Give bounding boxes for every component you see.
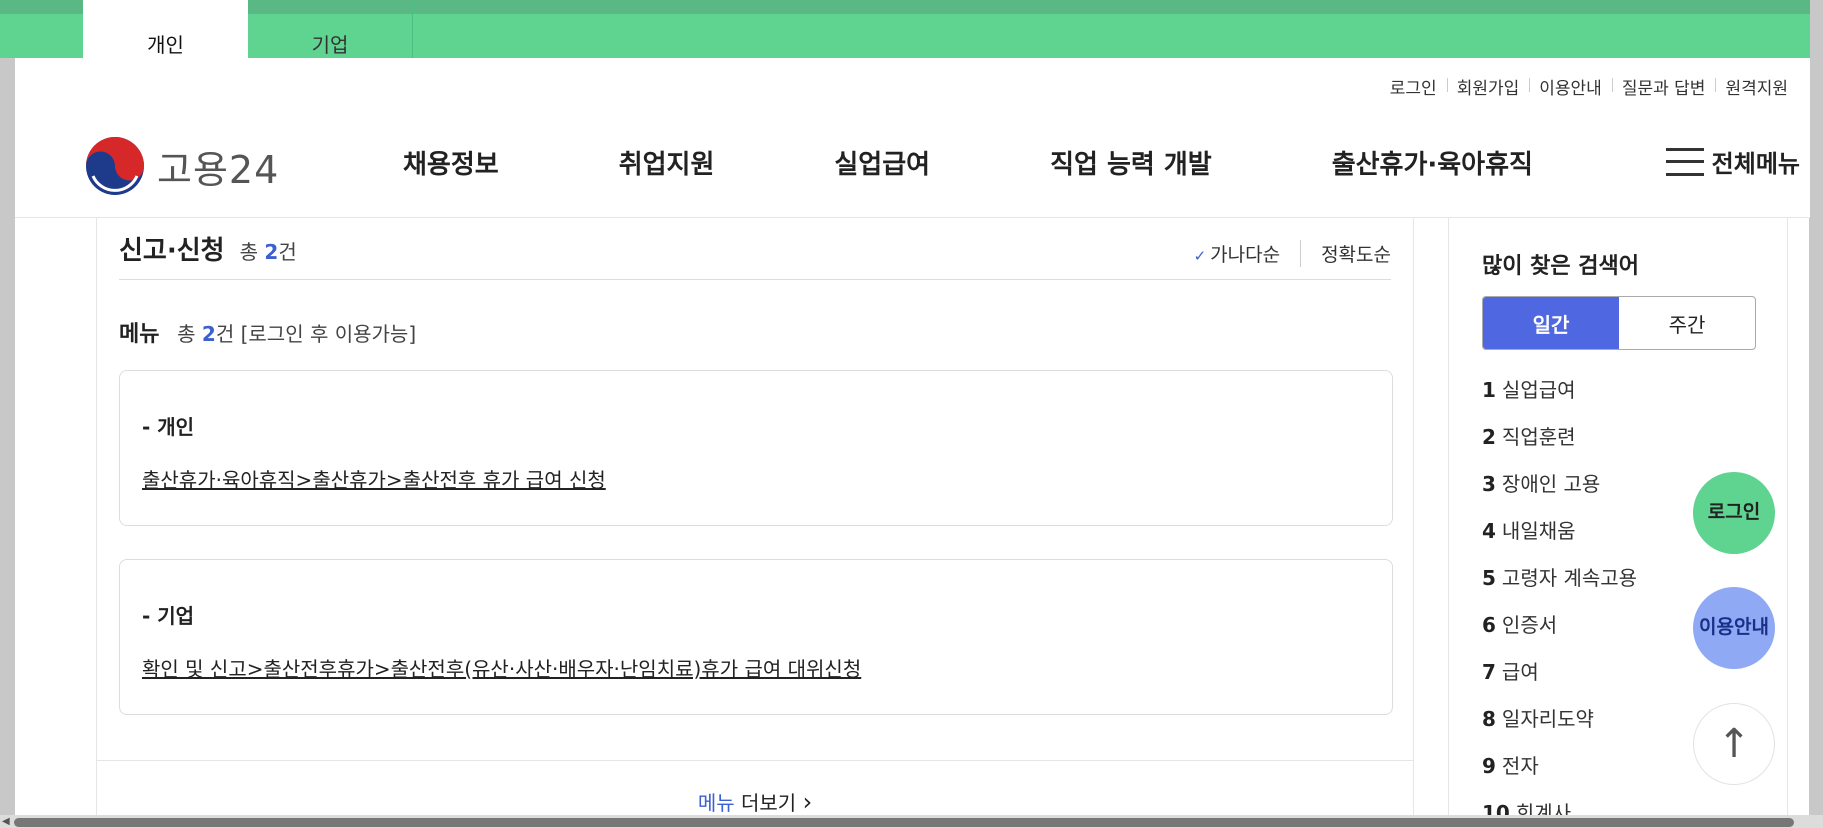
left-gutter: [0, 0, 15, 828]
menu-count: 총 2건 [로그인 후 이용가능]: [177, 322, 417, 346]
top-tab-bar: 개인 기업: [0, 0, 1810, 72]
section-count: 총 2건: [239, 240, 297, 264]
scroll-left-icon[interactable]: ◀: [2, 816, 10, 827]
nav-item-skills-development[interactable]: 직업 능력 개발: [1050, 144, 1212, 181]
card-category: - 개인: [142, 415, 195, 439]
more-label-blue: 메뉴: [697, 791, 735, 815]
arrow-up-icon: ↑: [1717, 721, 1751, 767]
period-toggle: 일간 주간: [1482, 296, 1756, 350]
floating-guide-button[interactable]: 이용 안내: [1693, 587, 1775, 669]
utility-remote-link[interactable]: 원격지원: [1715, 74, 1798, 99]
more-button[interactable]: 메뉴 더보기 ›: [97, 760, 1413, 816]
section-title: 신고·신청: [119, 236, 225, 266]
list-item[interactable]: 1 실업급여: [1482, 374, 1754, 403]
toggle-weekly[interactable]: 주간: [1619, 297, 1755, 349]
logo-text: 고용24: [157, 147, 280, 192]
result-card-company: - 기업 확인 및 신고>출산전후휴가>출산전후(유산·사산·배우자·난임치료)…: [119, 559, 1393, 715]
right-gutter: [1809, 0, 1823, 828]
list-item[interactable]: 2 직업훈련: [1482, 421, 1754, 450]
nav-item-jobs[interactable]: 채용정보: [403, 144, 499, 181]
section-header: 신고·신청 총 2건 ✓ 가나다순 정확도순: [119, 230, 1391, 280]
nav-item-maternity-leave[interactable]: 출산휴가·육아휴직: [1332, 144, 1533, 181]
utility-login-link[interactable]: 로그인: [1380, 74, 1447, 99]
popular-title: 많이 찾은 검색어: [1482, 254, 1639, 279]
scrollbar-thumb[interactable]: [14, 818, 1794, 827]
toggle-daily[interactable]: 일간: [1483, 297, 1619, 349]
all-menu-label: 전체메뉴: [1711, 150, 1800, 178]
all-menu-button[interactable]: 전체메뉴: [1665, 144, 1800, 179]
site-header: 로그인 회원가입 이용안내 질문과 답변 원격지원 고용24 채용정보 취업지원…: [15, 58, 1810, 218]
chevron-right-icon: ›: [802, 788, 813, 816]
card-category: - 기업: [142, 604, 195, 628]
nav-item-employment-support[interactable]: 취업지원: [619, 144, 715, 181]
floating-login-button[interactable]: 로그인: [1693, 472, 1775, 554]
sort-accuracy[interactable]: 정확도순: [1321, 240, 1391, 267]
more-label: 더보기: [741, 791, 797, 815]
utility-guide-link[interactable]: 이용안내: [1529, 74, 1612, 99]
menu-header: 메뉴 총 2건 [로그인 후 이용가능]: [119, 316, 416, 348]
check-icon: ✓: [1193, 247, 1207, 265]
main-nav: 채용정보 취업지원 실업급여 직업 능력 개발 출산휴가·육아휴직: [403, 144, 1533, 181]
menu-title: 메뉴: [119, 322, 160, 347]
horizontal-scrollbar[interactable]: ◀: [0, 815, 1823, 828]
search-results: 신고·신청 총 2건 ✓ 가나다순 정확도순 메뉴 총 2건 [로그인 후 이용가…: [96, 218, 1414, 828]
result-card-personal: - 개인 출산휴가·육아휴직>출산휴가>출산전후 휴가 급여 신청: [119, 370, 1393, 526]
sort-alphabetical[interactable]: ✓ 가나다순: [1194, 240, 1302, 267]
scroll-top-button[interactable]: ↑: [1693, 703, 1775, 785]
list-item[interactable]: 5 고령자 계속고용: [1482, 562, 1754, 591]
utility-links: 로그인 회원가입 이용안내 질문과 답변 원격지원: [1380, 74, 1798, 99]
sort-options: ✓ 가나다순 정확도순: [1194, 240, 1391, 267]
logo[interactable]: 고용24: [85, 136, 279, 196]
card-path-link[interactable]: 확인 및 신고>출산전후휴가>출산전후(유산·사산·배우자·난임치료)휴가 급여…: [142, 653, 1370, 682]
utility-qna-link[interactable]: 질문과 답변: [1611, 74, 1716, 99]
hamburger-menu-icon: [1665, 147, 1704, 176]
nav-item-unemployment-benefit[interactable]: 실업급여: [834, 144, 930, 181]
utility-signup-link[interactable]: 회원가입: [1446, 74, 1530, 99]
card-path-link[interactable]: 출산휴가·육아휴직>출산휴가>출산전후 휴가 급여 신청: [142, 464, 1370, 493]
taegeuk-logo-icon: [86, 137, 144, 195]
